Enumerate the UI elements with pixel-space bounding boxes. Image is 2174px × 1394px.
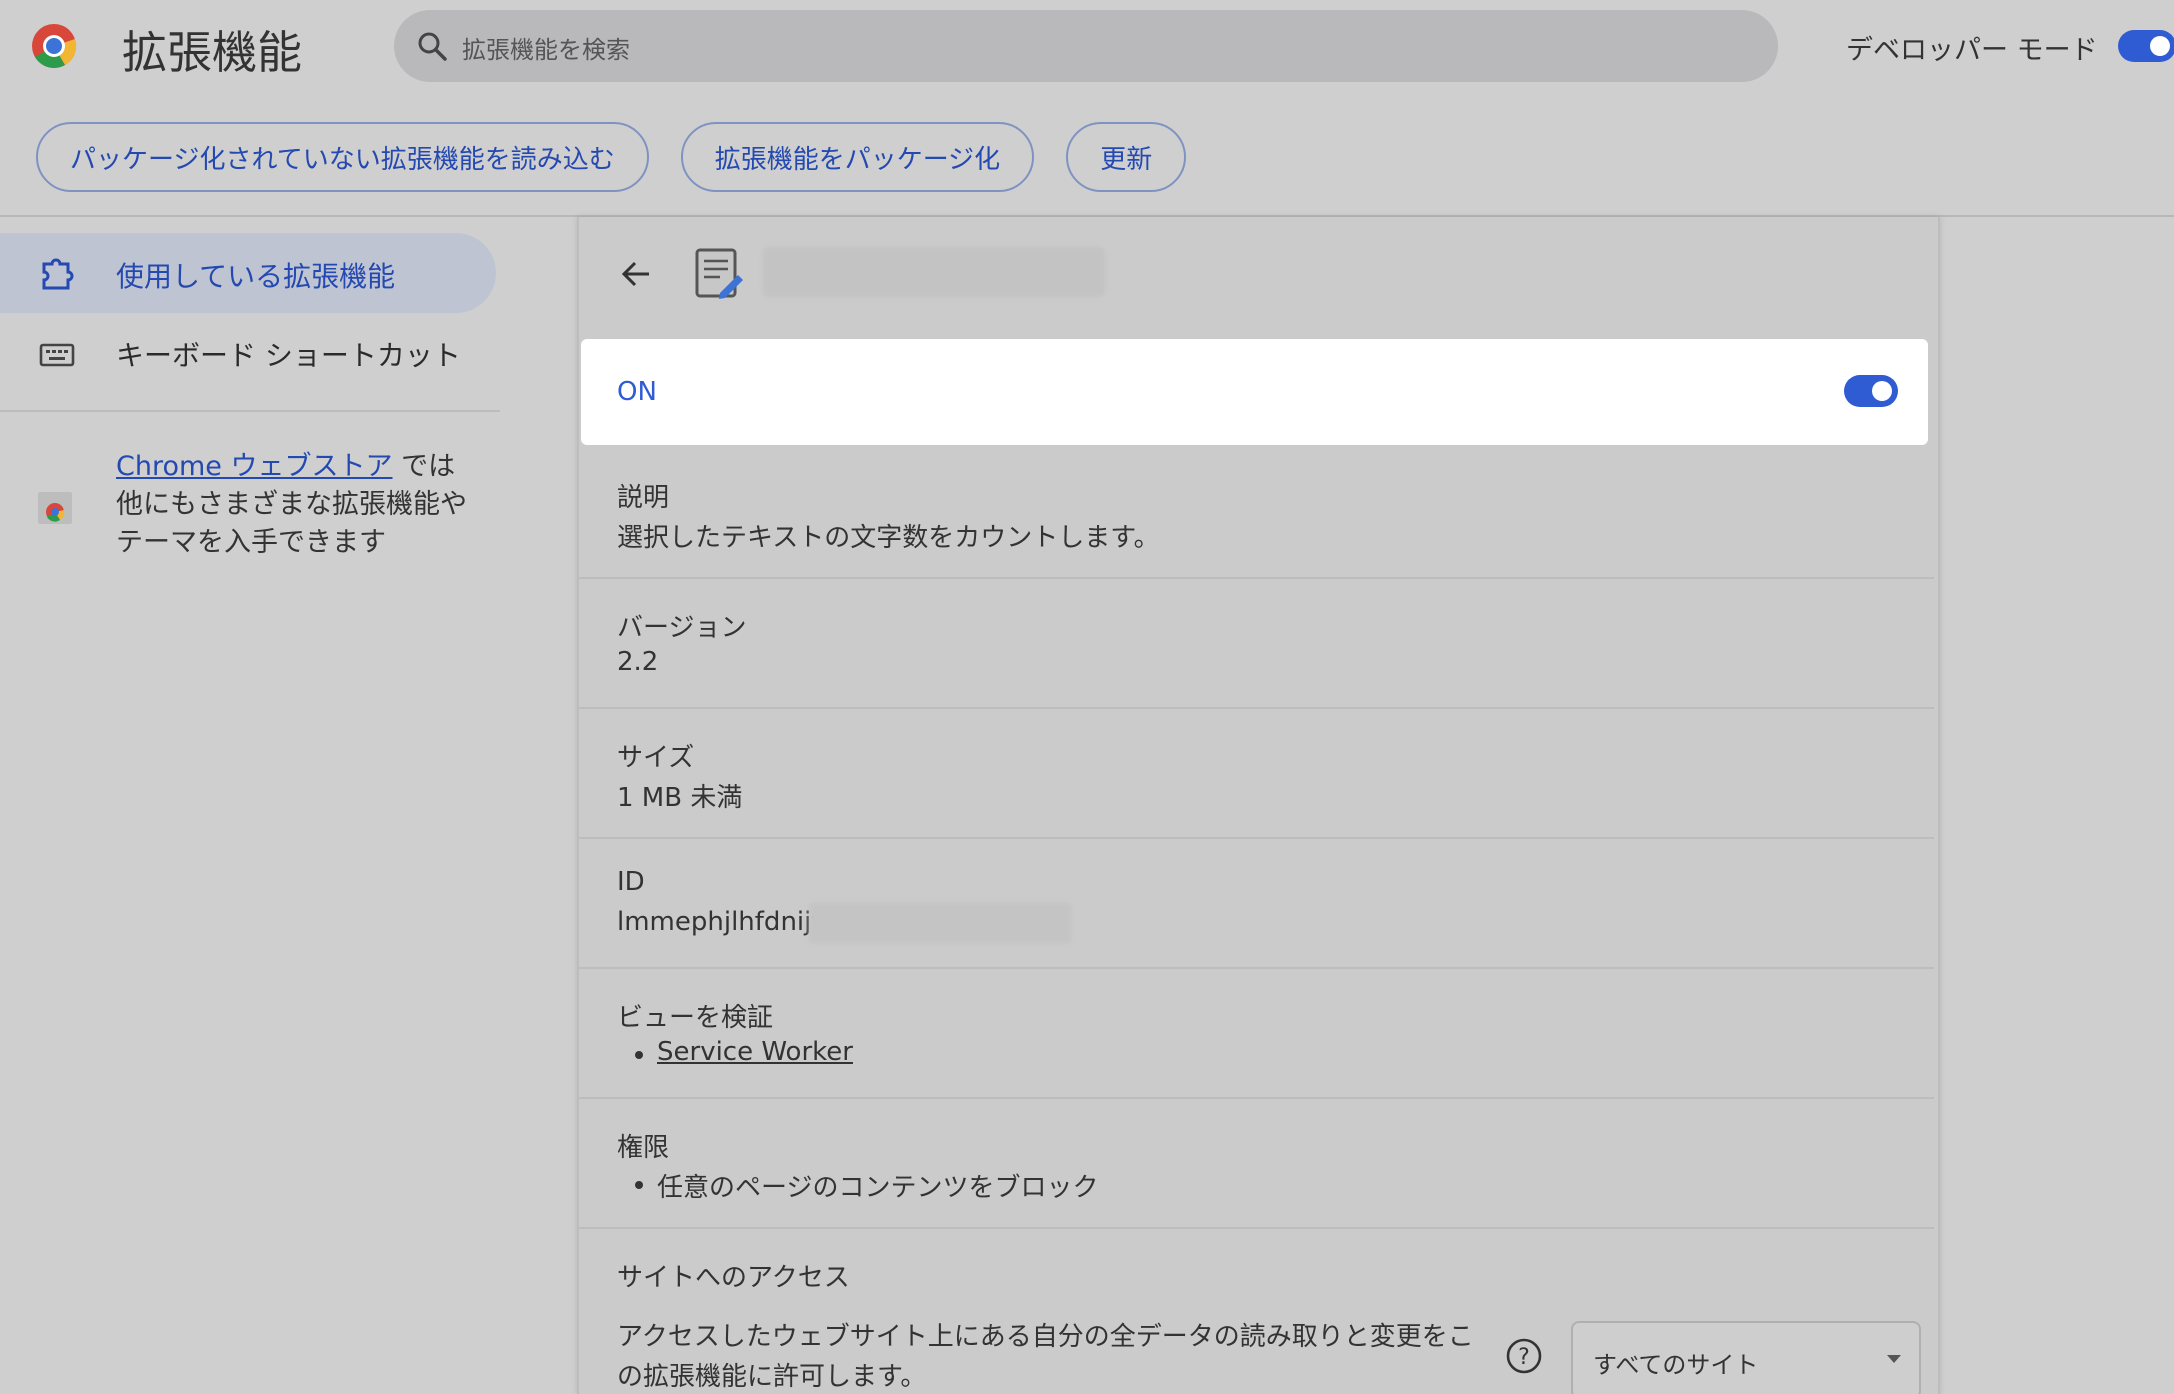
sidebar-item-label: 使用している拡張機能 [116, 260, 396, 293]
site-access-title: サイトへのアクセス [617, 1263, 850, 1293]
id-value: lmmephjlhfdnijfi [617, 907, 828, 937]
load-unpacked-button[interactable]: パッケージ化されていない拡張機能を読み込む [36, 122, 649, 192]
permission-item: 任意のページのコンテンツをブロック [657, 1173, 1099, 1203]
puzzle-icon [42, 258, 74, 290]
site-access-select[interactable]: すべてのサイト [1571, 1321, 1921, 1394]
extension-enable-toggle[interactable] [1844, 375, 1898, 407]
version-section [579, 577, 1934, 579]
bullet [635, 1181, 643, 1189]
site-access-selected: すべてのサイト [1593, 1351, 1759, 1379]
inspect-section [579, 967, 1934, 969]
enable-card: ON [581, 339, 1928, 445]
update-button[interactable]: 更新 [1066, 122, 1187, 192]
search-input[interactable]: 拡張機能を検索 [462, 30, 630, 65]
chevron-down-icon [1887, 1355, 1901, 1363]
on-label: ON [617, 377, 657, 407]
developer-mode-label: デベロッパー モード [1846, 35, 2098, 66]
size-value: 1 MB 未満 [617, 783, 743, 813]
id-title: ID [617, 867, 645, 897]
extension-detail-panel: ON 説明 選択したテキストの文字数をカウントします。 バージョン 2.2 サイ… [577, 217, 1940, 1394]
pack-extension-button[interactable]: 拡張機能をパッケージ化 [680, 122, 1035, 192]
toolbar: パッケージ化されていない拡張機能を読み込む 拡張機能をパッケージ化 更新 [36, 122, 1187, 192]
site-access-section [579, 1227, 1934, 1229]
help-icon[interactable]: ? [1505, 1337, 1543, 1375]
inspect-title: ビューを検証 [617, 1003, 774, 1033]
svg-text:?: ? [1518, 1345, 1530, 1370]
keyboard-icon [39, 343, 75, 367]
site-access-description: アクセスしたウェブサイト上にある自分の全データの読み取りと変更をこの拡張機能に許… [617, 1322, 1474, 1392]
web-store-link[interactable]: Chrome ウェブストア [116, 451, 393, 482]
sidebar-divider [0, 410, 500, 412]
sidebar-item-shortcuts[interactable]: キーボード ショートカット [116, 334, 461, 374]
search-bar[interactable]: 拡張機能を検索 [394, 10, 1778, 82]
bullet [635, 1051, 643, 1059]
description-value: 選択したテキストの文字数をカウントします。 [617, 523, 1160, 553]
size-section [579, 707, 1934, 709]
document-edit-icon [695, 248, 743, 299]
service-worker-link[interactable]: Service Worker [657, 1037, 853, 1067]
permissions-title: 権限 [617, 1133, 670, 1163]
page-title: 拡張機能 [122, 26, 303, 79]
chrome-logo-icon [32, 24, 77, 68]
back-arrow-icon[interactable] [619, 257, 653, 291]
web-store-promo: Chrome ウェブストア では他にもさまざまな拡張機能やテーマを入手できます [116, 448, 476, 562]
id-section [579, 837, 1934, 839]
extension-name-redacted [763, 247, 1105, 297]
id-redacted [809, 903, 1071, 943]
developer-mode-toggle[interactable] [2118, 30, 2174, 62]
permissions-section [579, 1097, 1934, 1099]
web-store-icon [38, 492, 72, 524]
description-title: 説明 [617, 483, 670, 513]
size-title: サイズ [617, 743, 695, 773]
version-value: 2.2 [617, 647, 659, 677]
search-icon [418, 32, 447, 61]
version-title: バージョン [617, 613, 747, 643]
